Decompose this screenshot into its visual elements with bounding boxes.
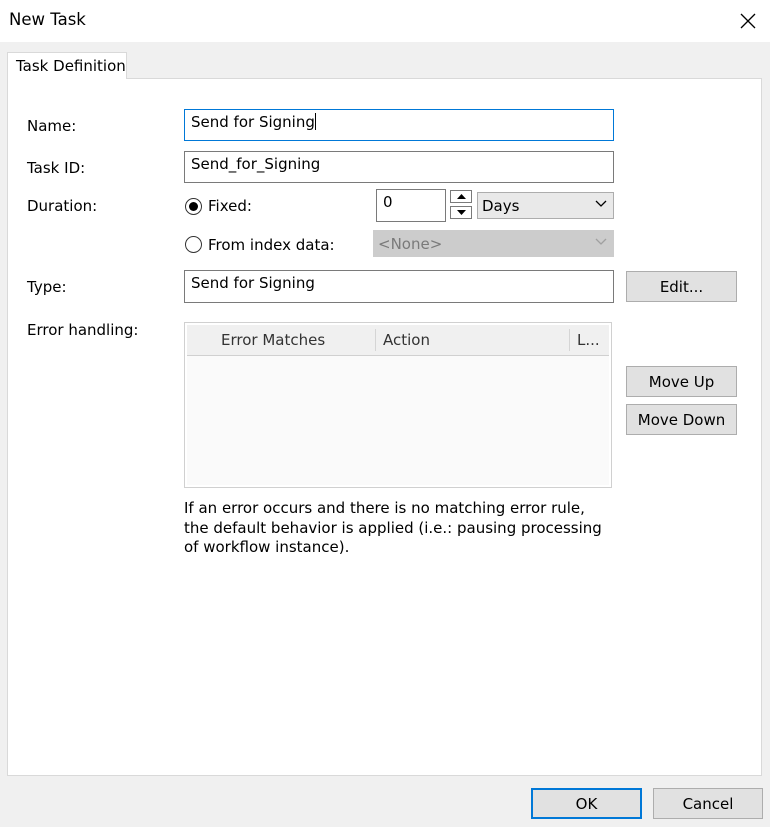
spin-up-button[interactable] — [450, 190, 472, 203]
name-input[interactable]: Send for Signing — [184, 109, 614, 141]
type-value: Send for Signing — [191, 274, 315, 292]
radio-selected-dot — [189, 202, 198, 211]
close-button[interactable] — [732, 6, 764, 36]
list-body[interactable] — [187, 356, 609, 485]
task-id-label: Task ID: — [27, 159, 86, 177]
fixed-duration-value: 0 — [383, 193, 393, 211]
index-data-select: <None> — [373, 230, 614, 257]
type-input[interactable]: Send for Signing — [184, 270, 614, 303]
duration-unit-value: Days — [482, 197, 520, 215]
window-title: New Task — [9, 10, 86, 29]
tab-label: Task Definition — [16, 57, 126, 75]
error-handling-label: Error handling: — [27, 321, 139, 339]
column-error-matches[interactable]: Error Matches — [221, 325, 325, 355]
move-down-label: Move Down — [637, 410, 726, 429]
cancel-button[interactable]: Cancel — [653, 788, 763, 819]
task-id-input[interactable]: Send_for_Signing — [184, 151, 614, 183]
ok-button[interactable]: OK — [531, 788, 642, 819]
duration-label: Duration: — [27, 197, 98, 215]
edit-button-label: Edit... — [659, 277, 704, 296]
title-bar: New Task — [0, 0, 770, 42]
cancel-label: Cancel — [682, 794, 734, 813]
error-handling-hint: If an error occurs and there is no match… — [184, 499, 602, 556]
name-value: Send for Signing — [191, 113, 315, 131]
fixed-radio[interactable] — [185, 198, 202, 215]
chevron-down-icon — [595, 200, 607, 207]
move-up-button[interactable]: Move Up — [626, 366, 737, 397]
duration-unit-select[interactable]: Days — [477, 192, 614, 219]
name-label: Name: — [27, 117, 77, 135]
index-data-value: <None> — [378, 235, 443, 253]
type-label: Type: — [27, 278, 67, 296]
text-caret — [314, 113, 316, 130]
from-index-label: From index data: — [208, 236, 335, 254]
caret-up-icon — [456, 194, 466, 199]
move-down-button[interactable]: Move Down — [626, 404, 737, 435]
close-icon — [740, 13, 756, 29]
column-divider[interactable] — [569, 329, 570, 351]
chevron-down-icon — [595, 238, 607, 245]
from-index-radio[interactable] — [185, 236, 202, 253]
caret-down-icon — [456, 210, 466, 215]
column-action[interactable]: Action — [383, 325, 430, 355]
task-id-value: Send_for_Signing — [191, 155, 321, 173]
edit-button[interactable]: Edit... — [626, 271, 737, 302]
error-rules-list[interactable]: Error Matches Action L... — [184, 322, 612, 488]
column-divider[interactable] — [375, 329, 376, 351]
column-l[interactable]: L... — [577, 325, 600, 355]
spin-down-button[interactable] — [450, 206, 472, 219]
move-up-label: Move Up — [648, 372, 715, 391]
ok-label: OK — [575, 794, 598, 813]
fixed-duration-input[interactable]: 0 — [376, 189, 446, 222]
tab-task-definition[interactable]: Task Definition — [7, 52, 127, 79]
list-header: Error Matches Action L... — [187, 325, 609, 356]
fixed-label: Fixed: — [208, 197, 252, 215]
